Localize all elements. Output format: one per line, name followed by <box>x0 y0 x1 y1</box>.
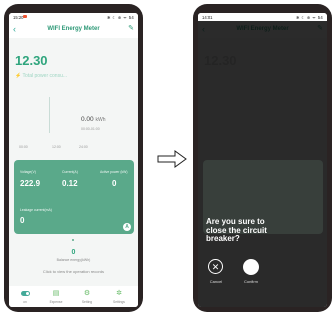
chart-bar <box>49 97 50 133</box>
cancel-button[interactable]: ✕ <box>208 259 223 274</box>
nav-label: Setting <box>81 300 93 304</box>
nav-item-setting[interactable]: ⚙ Setting <box>77 289 97 304</box>
nav-label: on <box>23 300 27 304</box>
card-badge[interactable]: A <box>123 223 131 231</box>
phone-before: 15:20 ✻ ☾ ⊕ ᯤ 54 ‹ WIFI Energy Meter ✎ 1… <box>4 4 143 312</box>
active-power-label: Active power (kW) <box>100 170 128 174</box>
status-bar: 14:01 ✻ ☾ ⊕ ᯤ 54 <box>198 13 327 21</box>
screen-after: 14:01 ✻ ☾ ⊕ ᯤ 54 ‹ WIFI Energy Meter ✎ 1… <box>198 13 327 307</box>
status-icons: ✻ ☾ ⊕ ᯤ 54 <box>296 14 323 20</box>
status-time: 14:01 <box>202 14 213 20</box>
leakage-value: 0 <box>20 216 25 225</box>
status-bar: 15:20 ✻ ☾ ⊕ ᯤ 54 <box>9 13 138 21</box>
cancel-label: Cancel <box>209 279 223 284</box>
nav-item-on[interactable]: on <box>15 289 35 304</box>
kwh-value: 0.00 <box>81 116 94 123</box>
nav-item-settings[interactable]: ✲ Settings <box>109 289 129 304</box>
phone-after: 14:01 ✻ ☾ ⊕ ᯤ 54 ‹ WIFI Energy Meter ✎ 1… <box>193 4 332 312</box>
x-label: 00:00 <box>19 145 28 149</box>
edit-icon[interactable]: ✎ <box>128 24 134 32</box>
readings-card[interactable]: Voltage(V) 222.9 Current(A) 0.12 Active … <box>14 160 134 234</box>
kwh-unit: kWh <box>95 117 106 123</box>
nav-label: Expense <box>49 300 63 304</box>
expense-icon: ▤ <box>52 290 60 297</box>
arrow-right-icon <box>157 150 187 168</box>
app-bar: ‹ WIFI Energy Meter ✎ <box>9 21 138 38</box>
screen-before: 15:20 ✻ ☾ ⊕ ᯤ 54 ‹ WIFI Energy Meter ✎ 1… <box>9 13 138 307</box>
active-power-value: 0 <box>112 179 117 188</box>
leakage-label: Leakage current(mA) <box>20 208 52 212</box>
kwh-time-range: 00:00-01:00 <box>81 127 100 131</box>
total-power-label: ⚡ Total power consu... <box>15 73 67 79</box>
toggle-icon <box>15 289 35 298</box>
operation-records-link[interactable]: Click to view the operation records <box>9 269 138 274</box>
confirm-label: Confirm <box>243 279 258 284</box>
kwh-reading: 0.00 kWh <box>81 116 105 123</box>
x-label: 24:00 <box>79 145 88 149</box>
gear-icon: ⚙ <box>83 290 91 297</box>
confirm-prompt: Are you sure to close the circuit breake… <box>206 217 267 243</box>
x-label: 12:00 <box>52 145 61 149</box>
time-value: 12.30 <box>15 53 48 68</box>
total-power-text: Total power consu... <box>22 73 68 79</box>
nav-item-expense[interactable]: ▤ Expense <box>46 289 66 304</box>
confirm-button[interactable] <box>243 259 259 275</box>
current-value: 0.12 <box>62 179 78 188</box>
status-icons: ✻ ☾ ⊕ ᯤ 54 <box>107 14 134 20</box>
voltage-label: Voltage(V) <box>20 170 36 174</box>
record-icon <box>23 15 27 18</box>
voltage-value: 222.9 <box>20 179 41 188</box>
close-icon: ✕ <box>211 262 220 272</box>
settings-icon: ✲ <box>116 290 122 297</box>
balance-label: Balance energy(kWh) <box>56 258 91 262</box>
page-title: WIFI Energy Meter <box>47 26 100 32</box>
status-time: 15:20 <box>13 14 24 20</box>
page-indicator <box>72 239 74 241</box>
current-label: Current(A) <box>62 170 78 174</box>
bolt-icon: ⚡ <box>15 73 22 79</box>
balance-value: 0 <box>71 249 76 256</box>
bottom-nav: on ▤ Expense ⚙ Setting ✲ Settings <box>9 286 138 307</box>
nav-label: Settings <box>113 300 125 304</box>
